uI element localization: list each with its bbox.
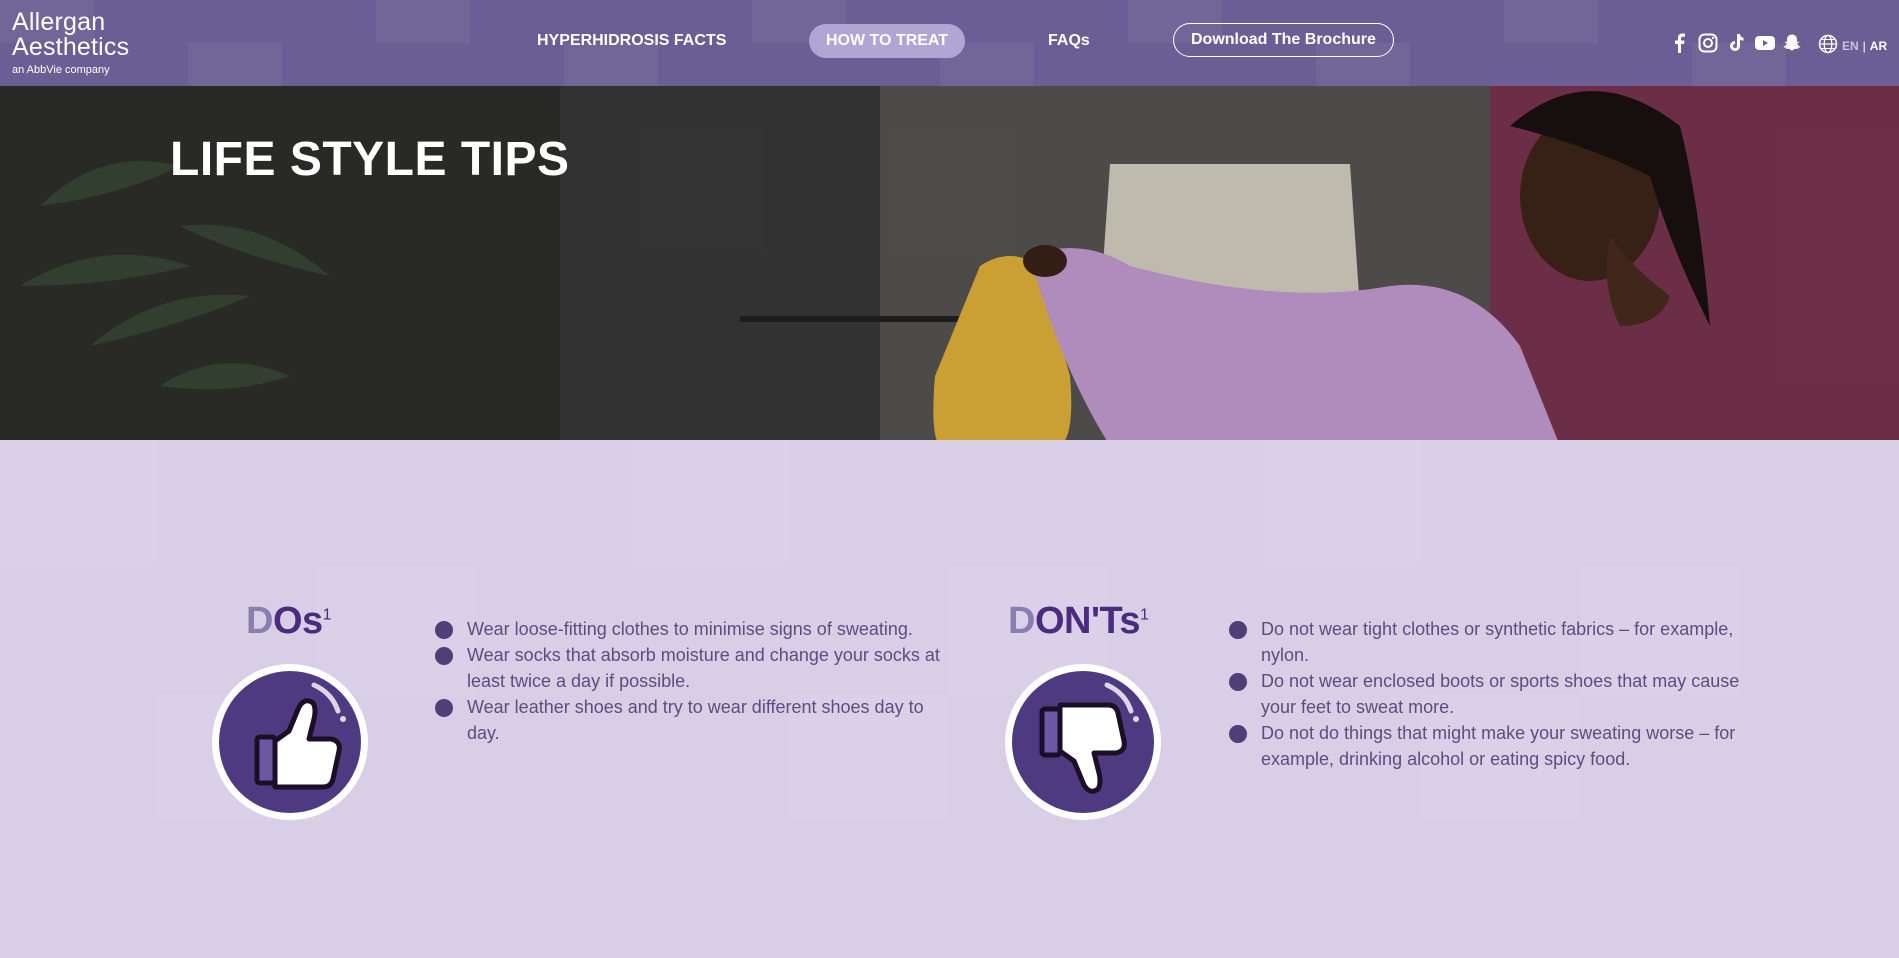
dos-heading: DOs1 <box>246 600 332 643</box>
instagram-icon[interactable] <box>1698 33 1718 53</box>
donts-item: Do not wear enclosed boots or sports sho… <box>1229 668 1744 720</box>
nav-faqs[interactable]: FAQs <box>1031 24 1107 58</box>
nav-how-to-treat[interactable]: HOW TO TREAT <box>809 24 966 58</box>
site-header: Allergan Aesthetics an AbbVie company HY… <box>0 0 1899 86</box>
brand-tagline: an AbbVie company <box>12 64 110 76</box>
dos-heading-first: D <box>246 600 273 642</box>
dos-item: Wear loose-fitting clothes to minimise s… <box>435 616 950 642</box>
hero-banner: LIFE STYLE TIPS <box>0 86 1899 440</box>
donts-heading-rest: ON'Ts <box>1034 600 1141 642</box>
thumbs-down-icon <box>1039 682 1139 794</box>
nav-hyperhidrosis-facts[interactable]: HYPERHIDROSIS FACTS <box>520 24 743 58</box>
thumbs-down-badge <box>1005 664 1161 820</box>
download-brochure-button[interactable]: Download The Brochure <box>1173 23 1394 57</box>
donts-item: Do not wear tight clothes or synthetic f… <box>1229 616 1744 668</box>
lang-en[interactable]: EN <box>1842 39 1859 53</box>
tiktok-icon[interactable] <box>1726 33 1746 53</box>
youtube-icon[interactable] <box>1754 33 1775 53</box>
lifestyle-tips-section: DOs1 Wear loose-fitting clothes to minim… <box>0 440 1899 958</box>
lang-ar[interactable]: AR <box>1870 39 1887 53</box>
donts-heading: DON'Ts1 <box>1008 600 1149 643</box>
donts-list: Do not wear tight clothes or synthetic f… <box>1229 616 1744 772</box>
dos-list: Wear loose-fitting clothes to minimise s… <box>435 616 950 746</box>
donts-reference: 1 <box>1140 606 1149 624</box>
lang-separator: | <box>1862 38 1866 53</box>
dos-item: Wear socks that absorb moisture and chan… <box>435 642 950 694</box>
globe-icon[interactable] <box>1818 34 1838 57</box>
dos-heading-rest: Os <box>272 600 323 642</box>
brand-line2: Aesthetics <box>12 33 130 61</box>
social-links <box>1670 33 1802 53</box>
language-switcher: EN | AR <box>1818 34 1887 57</box>
donts-heading-first: D <box>1008 600 1035 642</box>
brand-logo[interactable]: Allergan Aesthetics an AbbVie company <box>12 8 130 77</box>
dos-item: Wear leather shoes and try to wear diffe… <box>435 694 950 746</box>
donts-item: Do not do things that might make your sw… <box>1229 720 1744 772</box>
thumbs-up-badge <box>212 664 368 820</box>
thumbs-up-icon <box>254 682 346 790</box>
snapchat-icon[interactable] <box>1782 33 1802 53</box>
brand-line1: Allergan <box>12 8 106 36</box>
page-title: LIFE STYLE TIPS <box>170 133 570 186</box>
dos-reference: 1 <box>322 606 332 624</box>
facebook-icon[interactable] <box>1670 33 1690 53</box>
